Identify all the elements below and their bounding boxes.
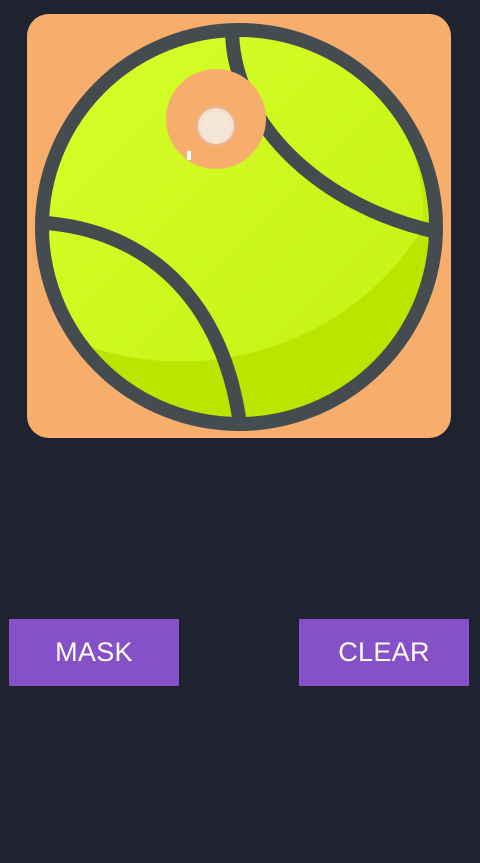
tennis-ball-icon — [27, 14, 451, 438]
brush-cursor-icon — [166, 69, 266, 169]
drawing-canvas[interactable] — [27, 14, 451, 438]
clear-button[interactable]: CLEAR — [299, 619, 469, 686]
mask-button[interactable]: MASK — [9, 619, 179, 686]
